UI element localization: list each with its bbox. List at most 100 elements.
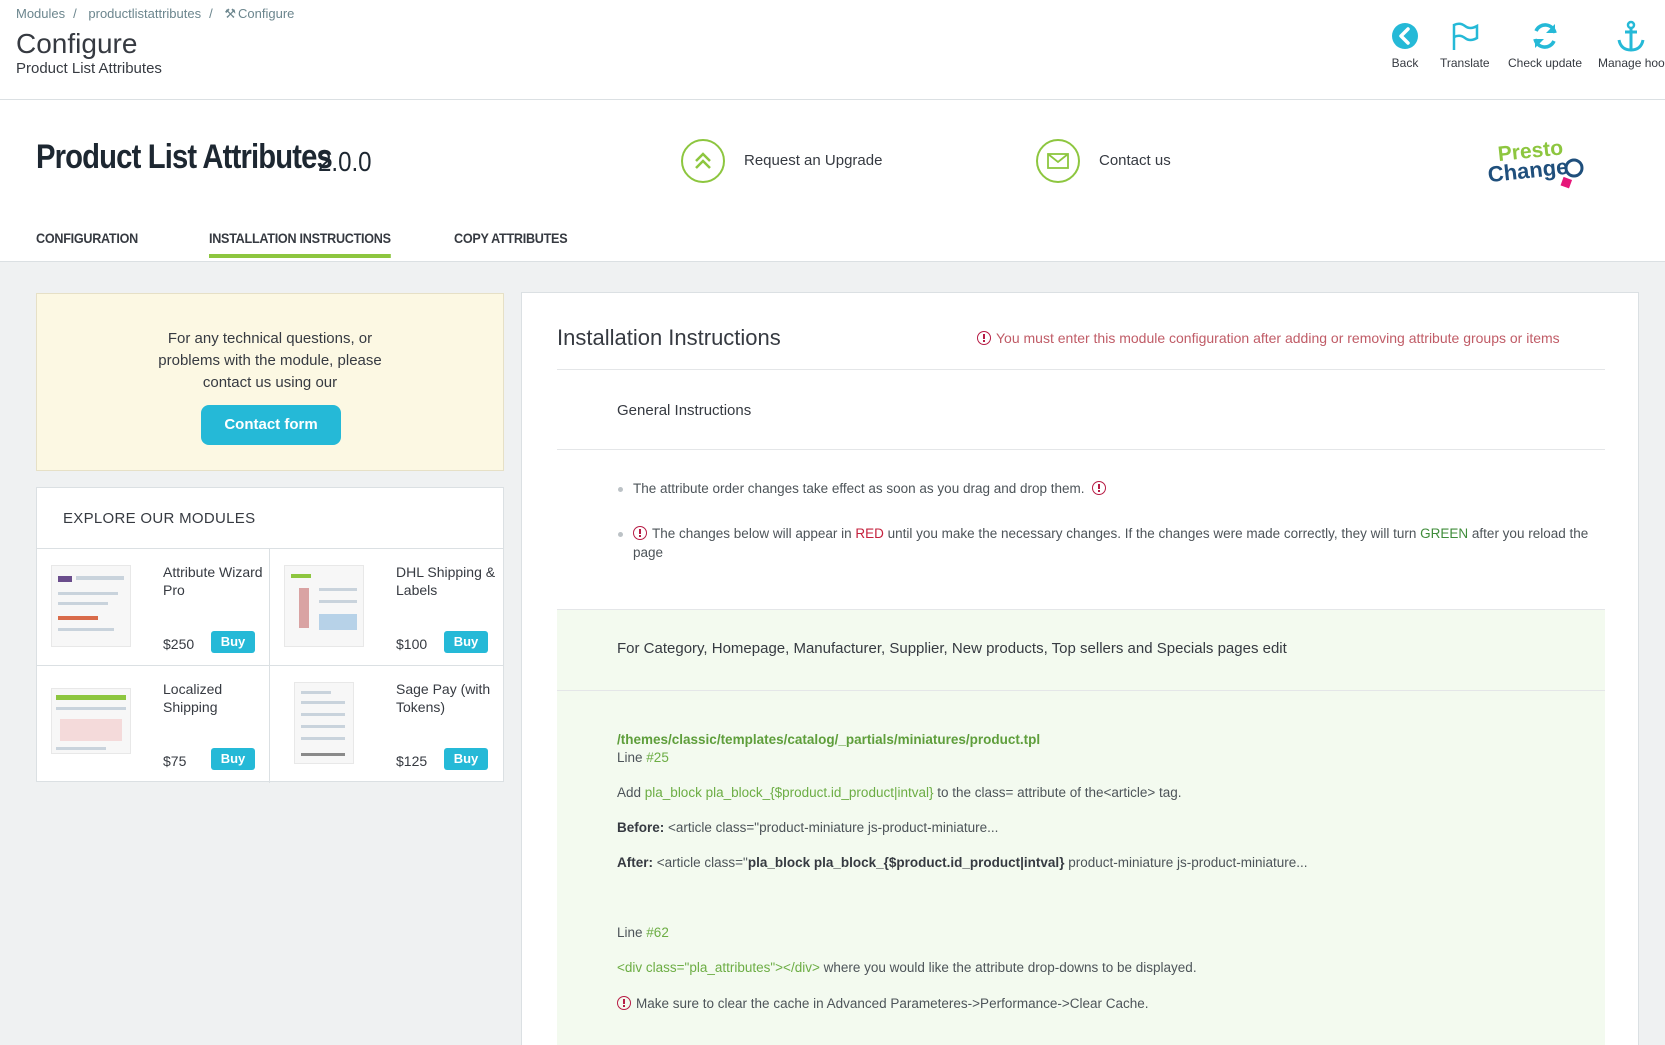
after-code-highlight: pla_block pla_block_{$product.id_product…: [747, 855, 1065, 870]
contact-us-link[interactable]: Contact us: [1099, 152, 1171, 169]
module-thumbnail: [51, 688, 131, 754]
buy-button[interactable]: Buy: [211, 748, 255, 770]
translate-label: Translate: [1440, 56, 1490, 70]
bullet-text: until you make the necessary changes. If…: [883, 526, 1421, 541]
warning-icon: [633, 526, 647, 540]
cache-note: Make sure to clear the cache in Advanced…: [617, 996, 1149, 1011]
support-text: For any technical questions, or problems…: [37, 328, 503, 394]
tab-copy-attributes[interactable]: COPY ATTRIBUTES: [454, 230, 568, 254]
after-line: After: <article class="pla_block pla_blo…: [617, 855, 1308, 870]
file-path-text: /themes/classic/templates/catalog/_parti…: [617, 732, 1041, 747]
add-code: pla_block pla_block_{$product.id_product…: [644, 785, 934, 800]
bullet-text: The attribute order changes take effect …: [633, 481, 1085, 496]
breadcrumb: Modules / productlistattributes / ⚒ Configu…: [16, 6, 295, 21]
support-line-3: contact us using our: [202, 374, 338, 391]
config-warning-text: You must enter this module configuration…: [996, 330, 1560, 346]
red-label: RED: [855, 526, 884, 541]
divider: [557, 690, 1605, 691]
module-header: Product List Attributes 2.0.0 Request an…: [0, 100, 1665, 262]
module-version: 2.0.0: [318, 146, 372, 177]
config-warning: You must enter this module configuration…: [977, 330, 1560, 346]
module-price: $125: [396, 753, 428, 769]
add-suffix: to the class= attribute of the<article> …: [933, 785, 1182, 800]
contact-icon[interactable]: [1036, 139, 1080, 183]
warning-icon: [1092, 481, 1107, 495]
module-name: DHL Shipping & Labels: [396, 564, 496, 598]
breadcrumb-configure: Configure: [238, 6, 295, 21]
breadcrumb-module[interactable]: productlistattributes: [88, 6, 201, 21]
list-item: The attribute order changes take effect …: [617, 479, 1597, 498]
line-label: Line: [617, 925, 643, 940]
cache-note-text: Make sure to clear the cache in Advanced…: [636, 996, 1149, 1011]
general-instructions-title: General Instructions: [617, 402, 752, 419]
refresh-icon: [1533, 23, 1557, 49]
line-label: Line: [617, 750, 643, 765]
list-item: The changes below will appear in RED unt…: [617, 524, 1597, 562]
request-upgrade-link[interactable]: Request an Upgrade: [744, 152, 882, 169]
file-path: /themes/classic/templates/catalog/_parti…: [617, 732, 1040, 747]
module-thumbnail: [294, 682, 354, 764]
wrench-icon: ⚒: [224, 6, 237, 21]
bullet-text: The changes below will appear in: [652, 526, 856, 541]
translate-button[interactable]: Translate: [1440, 20, 1490, 70]
buy-button[interactable]: Buy: [444, 748, 488, 770]
module-name: Sage Pay (with Tokens): [396, 681, 491, 715]
warning-icon: [617, 996, 631, 1010]
envelope-icon: [1047, 153, 1069, 169]
module-card[interactable]: Localized Shipping $75 Buy: [37, 666, 270, 783]
module-card[interactable]: Attribute Wizard Pro $250 Buy: [37, 549, 270, 666]
toolbar: Back Translate Check update Manage hoo: [1390, 20, 1665, 80]
anchor-icon: [1617, 20, 1645, 52]
panel-title: Installation Instructions: [557, 325, 781, 350]
support-box: For any technical questions, or problems…: [36, 293, 504, 471]
check-update-label: Check update: [1508, 56, 1583, 70]
line-number: #62: [646, 925, 669, 940]
check-update-button[interactable]: Check update: [1508, 20, 1582, 70]
module-card[interactable]: DHL Shipping & Labels $100 Buy: [270, 549, 503, 666]
after-code: product-miniature js-product-miniature..…: [1064, 855, 1308, 870]
module-name: Product List Attributes: [36, 138, 333, 176]
module-thumbnail: [284, 565, 364, 647]
upgrade-icon[interactable]: [681, 139, 725, 183]
breadcrumb-modules[interactable]: Modules: [16, 6, 65, 21]
module-thumbnail: [51, 565, 131, 647]
support-line-1: For any technical questions, or: [167, 330, 373, 347]
div-suffix: where you would like the attribute drop-…: [819, 960, 1197, 975]
line-ref: Line #62: [617, 925, 669, 940]
green-label: GREEN: [1420, 526, 1469, 541]
before-code: <article class="product-miniature js-pro…: [664, 820, 999, 835]
manage-hooks-button[interactable]: Manage hoo: [1598, 20, 1665, 70]
module-price: $75: [163, 753, 187, 769]
buy-button[interactable]: Buy: [444, 631, 488, 653]
before-label: Before:: [617, 820, 665, 835]
module-price: $250: [163, 636, 195, 652]
after-code: <article class=": [653, 855, 748, 870]
back-arrow-icon: [1392, 23, 1418, 49]
divider: [557, 369, 1605, 370]
double-chevron-up-icon: [695, 152, 711, 169]
presto-changeo-logo[interactable]: Presto Change: [1487, 136, 1588, 192]
buy-button[interactable]: Buy: [211, 631, 255, 653]
back-button[interactable]: Back: [1390, 20, 1420, 70]
contact-form-button[interactable]: Contact form: [201, 405, 341, 445]
modules-grid: Attribute Wizard Pro $250 Buy DHL Shippi…: [37, 548, 503, 783]
explore-modules-panel: EXPLORE OUR MODULES Attribute Wizard Pro…: [36, 487, 504, 783]
general-instructions-list: The attribute order changes take effect …: [617, 479, 1597, 562]
line-ref: Line #25: [617, 750, 669, 765]
add-instruction: Add pla_block pla_block_{$product.id_pro…: [617, 785, 1182, 800]
manage-hooks-label: Manage hoo: [1598, 56, 1665, 70]
explore-title: EXPLORE OUR MODULES: [63, 510, 256, 527]
module-name: Attribute Wizard Pro: [163, 564, 263, 598]
page-header: Modules / productlistattributes / ⚒ Configu…: [0, 0, 1665, 100]
divider: [557, 449, 1605, 450]
tab-installation-instructions[interactable]: INSTALLATION INSTRUCTIONS: [209, 230, 391, 258]
page-subtitle: Product List Attributes: [16, 60, 162, 77]
category-instructions-box: For Category, Homepage, Manufacturer, Su…: [557, 609, 1605, 1045]
div-instruction: <div class="pla_attributes"></div> where…: [617, 960, 1197, 975]
div-code: <div class="pla_attributes"></div>: [617, 960, 820, 975]
module-card[interactable]: Sage Pay (with Tokens) $125 Buy: [270, 666, 503, 783]
line-number: #25: [646, 750, 669, 765]
warning-icon: [977, 331, 991, 345]
tab-configuration[interactable]: CONFIGURATION: [36, 230, 138, 254]
instructions-panel: Installation Instructions You must enter…: [521, 292, 1639, 1045]
